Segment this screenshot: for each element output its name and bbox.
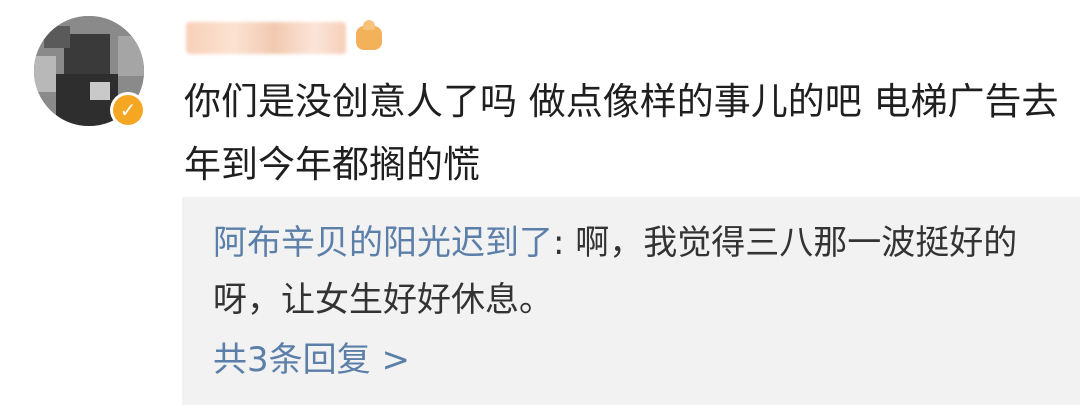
reply-text-block: 阿布辛贝的阳光迟到了: 啊，我觉得三八那一波挺好的呀，让女生好好休息。 (213, 215, 1063, 329)
reply-box[interactable]: 阿布辛贝的阳光迟到了: 啊，我觉得三八那一波挺好的呀，让女生好好休息。 共3条回… (182, 197, 1080, 405)
more-replies-link[interactable]: 共3条回复 > (213, 335, 410, 385)
username-blurred[interactable] (186, 22, 346, 54)
comment-text: 你们是没创意人了吗 做点像样的事儿的吧 电梯广告去年到今年都搁的慌 (184, 80, 1059, 186)
reply-separator: : (553, 223, 565, 263)
reply-author-link[interactable]: 阿布辛贝的阳光迟到了 (213, 223, 553, 263)
trophy-badge-icon (352, 20, 386, 56)
verified-icon: ✓ (110, 92, 146, 128)
